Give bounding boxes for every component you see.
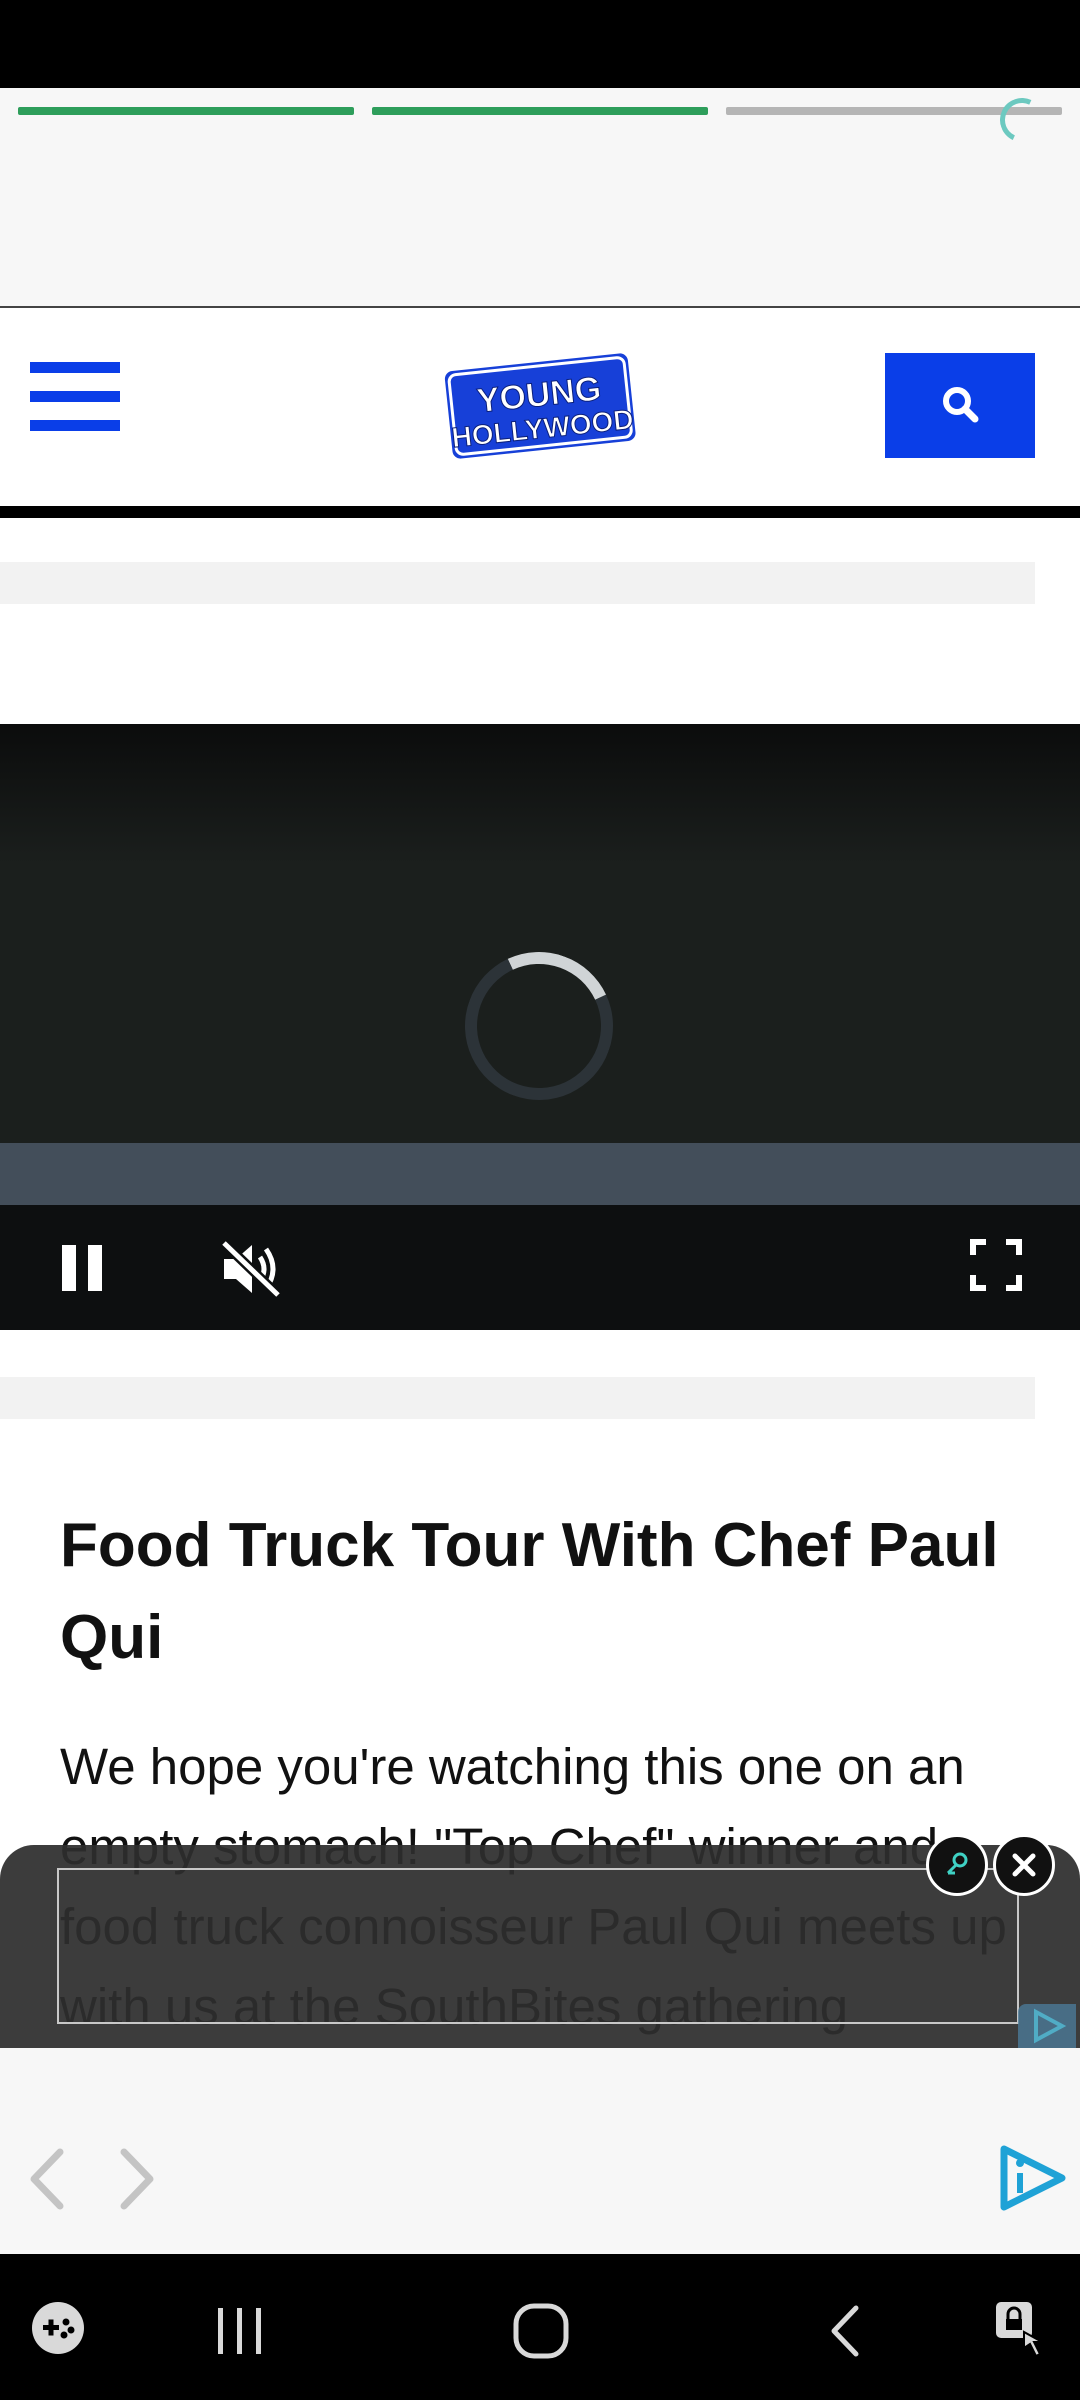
hamburger-menu-icon[interactable] (30, 362, 120, 432)
article-title: Food Truck Tour With Chef Paul Qui (60, 1511, 999, 1672)
pause-icon[interactable] (58, 1241, 108, 1295)
chevron-right-icon[interactable] (112, 2146, 162, 2212)
story-progress-segment (18, 107, 354, 115)
fullscreen-icon[interactable] (970, 1239, 1022, 1291)
chevron-left-icon[interactable] (22, 2146, 72, 2212)
search-icon (943, 387, 979, 423)
placeholder-bar (0, 562, 1035, 604)
placeholder-bar (0, 1377, 1035, 1419)
video-loading-spinner-icon (444, 931, 634, 1121)
story-progress-segment (372, 107, 708, 115)
recent-apps-icon[interactable] (214, 2306, 266, 2356)
search-button[interactable] (885, 353, 1035, 458)
ad-choices-icon[interactable] (1018, 2004, 1076, 2048)
back-icon[interactable] (826, 2304, 862, 2358)
android-navigation-bar (0, 2254, 1080, 2400)
story-progress-area (0, 88, 1080, 308)
ad-info-icon[interactable] (926, 1834, 988, 1896)
game-launcher-icon[interactable] (30, 2300, 86, 2356)
play-info-icon[interactable] (996, 2145, 1068, 2211)
site-logo[interactable]: YOUNG HOLLYWOOD (440, 340, 640, 468)
video-player[interactable] (0, 724, 1080, 1330)
browser-bottom-bar (0, 2048, 1080, 2254)
video-progress-bar[interactable] (0, 1143, 1080, 1205)
status-bar (0, 0, 1080, 88)
ad-frame[interactable] (57, 1868, 1019, 2024)
muted-speaker-icon[interactable] (218, 1239, 284, 1299)
home-icon[interactable] (512, 2302, 570, 2360)
video-controls (0, 1205, 1080, 1330)
header-divider (0, 506, 1080, 518)
video-frame (0, 724, 1080, 864)
close-icon[interactable] (993, 1834, 1055, 1896)
accessibility-icon[interactable] (994, 2298, 1050, 2360)
